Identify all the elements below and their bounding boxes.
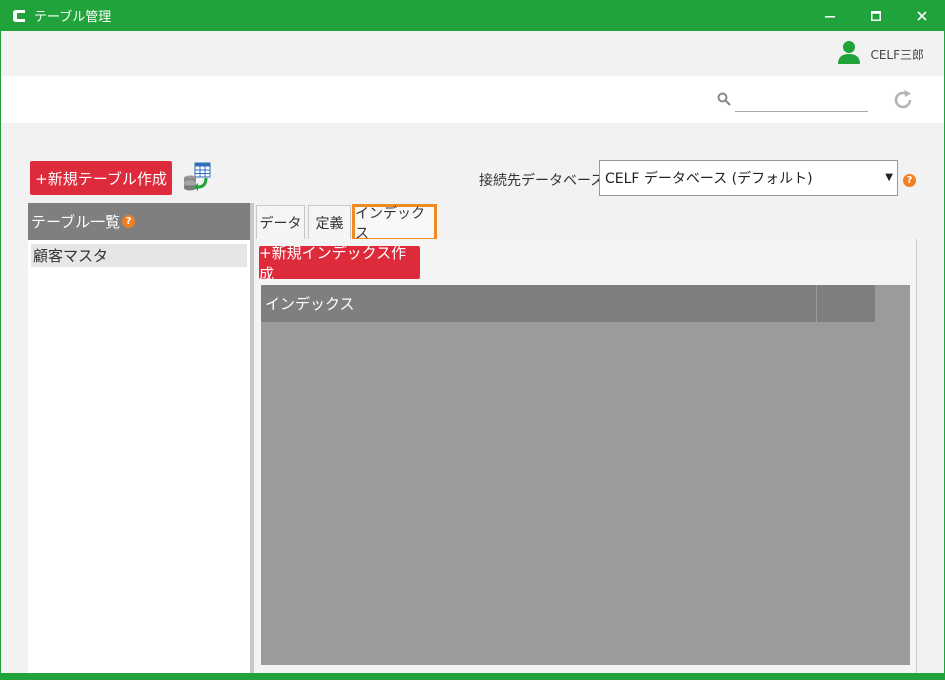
column-header-extra [817, 285, 875, 322]
list-item[interactable]: 顧客マスタ [31, 244, 247, 267]
tab-data[interactable]: データ [256, 205, 305, 239]
minimize-icon [825, 15, 835, 17]
new-index-button[interactable]: +新規インデックス作成 [259, 244, 420, 283]
user-name: CELF三郎 [870, 47, 924, 62]
help-icon[interactable]: ? [903, 174, 916, 187]
title-bar: テーブル管理 [0, 0, 945, 31]
search-input[interactable] [735, 88, 868, 112]
search-bar [1, 76, 944, 123]
window-controls [807, 0, 945, 31]
maximize-button[interactable] [853, 0, 899, 31]
table-list-header: テーブル一覧 ? [28, 203, 250, 240]
close-icon [917, 10, 927, 21]
minimize-button[interactable] [807, 0, 853, 31]
new-table-button[interactable]: +新規テーブル作成 [30, 161, 172, 195]
maximize-icon [871, 10, 881, 21]
user-icon [836, 39, 862, 69]
table-list-title: テーブル一覧 [31, 213, 121, 231]
tab-index[interactable]: インデックス [352, 204, 437, 242]
close-button[interactable] [899, 0, 945, 31]
window-title: テーブル管理 [34, 10, 112, 25]
window-body: CELF三郎 +新規テーブル作成 接続先データベース CELF データベース (… [1, 31, 944, 673]
database-table-icon[interactable] [182, 162, 212, 196]
column-header-index[interactable]: インデックス [261, 285, 817, 322]
search-icon [717, 91, 731, 110]
user-area[interactable]: CELF三郎 [836, 39, 924, 69]
database-select[interactable]: CELF データベース (デフォルト) ▼ [599, 160, 898, 196]
table-list: 顧客マスタ [28, 240, 250, 673]
celf-logo-icon [10, 7, 28, 25]
dropdown-arrow-icon: ▼ [885, 172, 893, 183]
database-select-value: CELF データベース (デフォルト) [605, 171, 813, 187]
refresh-icon[interactable] [891, 88, 915, 116]
tab-definition[interactable]: 定義 [308, 205, 351, 239]
help-icon[interactable]: ? [122, 215, 136, 228]
window-bottom-border [0, 673, 945, 680]
grid-header: インデックス [261, 285, 875, 322]
connection-label: 接続先データベース [479, 173, 605, 189]
index-grid: インデックス [261, 285, 910, 665]
